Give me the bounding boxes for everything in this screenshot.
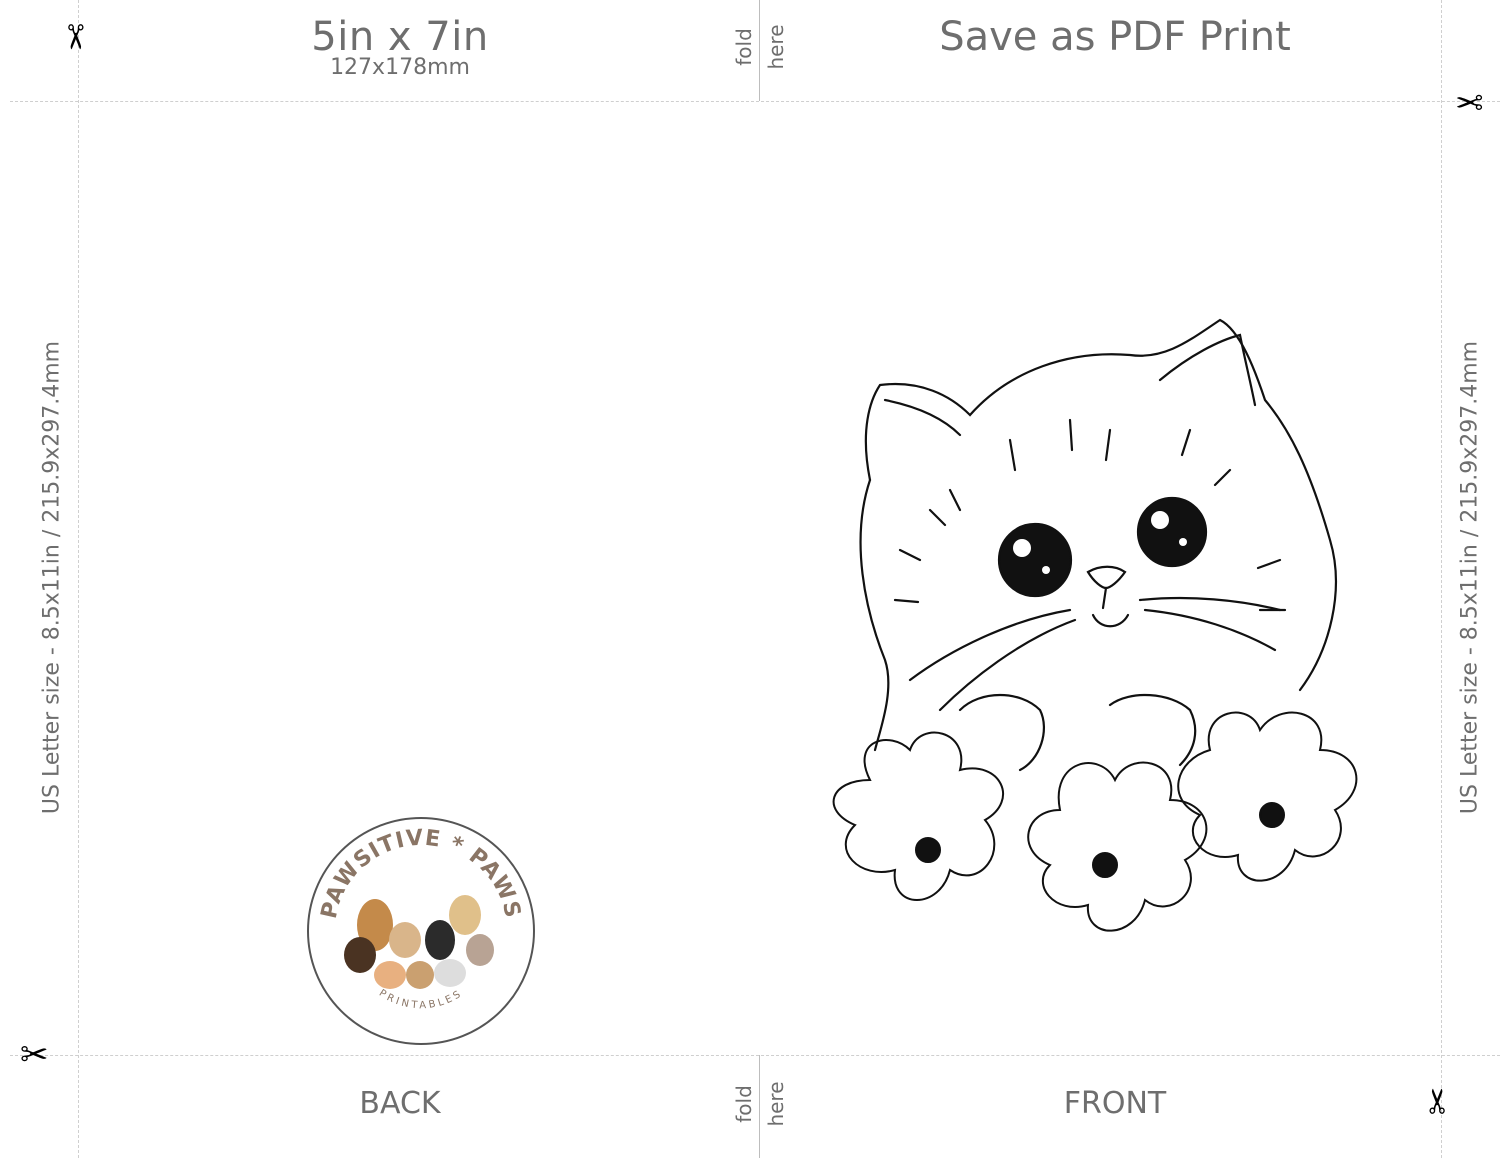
kitten-illustration [810,310,1390,980]
right-cut-line [1441,0,1442,1158]
bottom-cut-line [10,1055,1500,1056]
top-fold-text: fold [732,28,756,66]
right-paper-size-label: US Letter size - 8.5x11in / 215.9x297.4m… [1457,340,1483,815]
scissors-icon: ✂ [1455,81,1484,121]
card-size-mm: 127x178mm [330,55,470,80]
left-paper-size-label: US Letter size - 8.5x11in / 215.9x297.4m… [39,340,65,815]
bottom-here-text: here [764,1081,788,1127]
card-size-title: 5in x 7in [311,14,489,60]
scissors-icon: ✂ [1418,1086,1459,1116]
back-label: BACK [359,1086,441,1121]
left-cut-line [78,0,79,1158]
scissors-icon: ✂ [20,1035,49,1075]
top-here-text: here [764,24,788,70]
save-as-pdf-title: Save as PDF Print [939,14,1291,60]
top-cut-line [10,101,1500,102]
front-label: FRONT [1063,1086,1167,1121]
bottom-fold-line [759,1055,760,1158]
scissors-icon: ✂ [54,22,95,52]
bottom-fold-text: fold [732,1085,756,1123]
brand-logo: PAWSITIVE * PAWS PRINTABLES [305,815,537,1047]
